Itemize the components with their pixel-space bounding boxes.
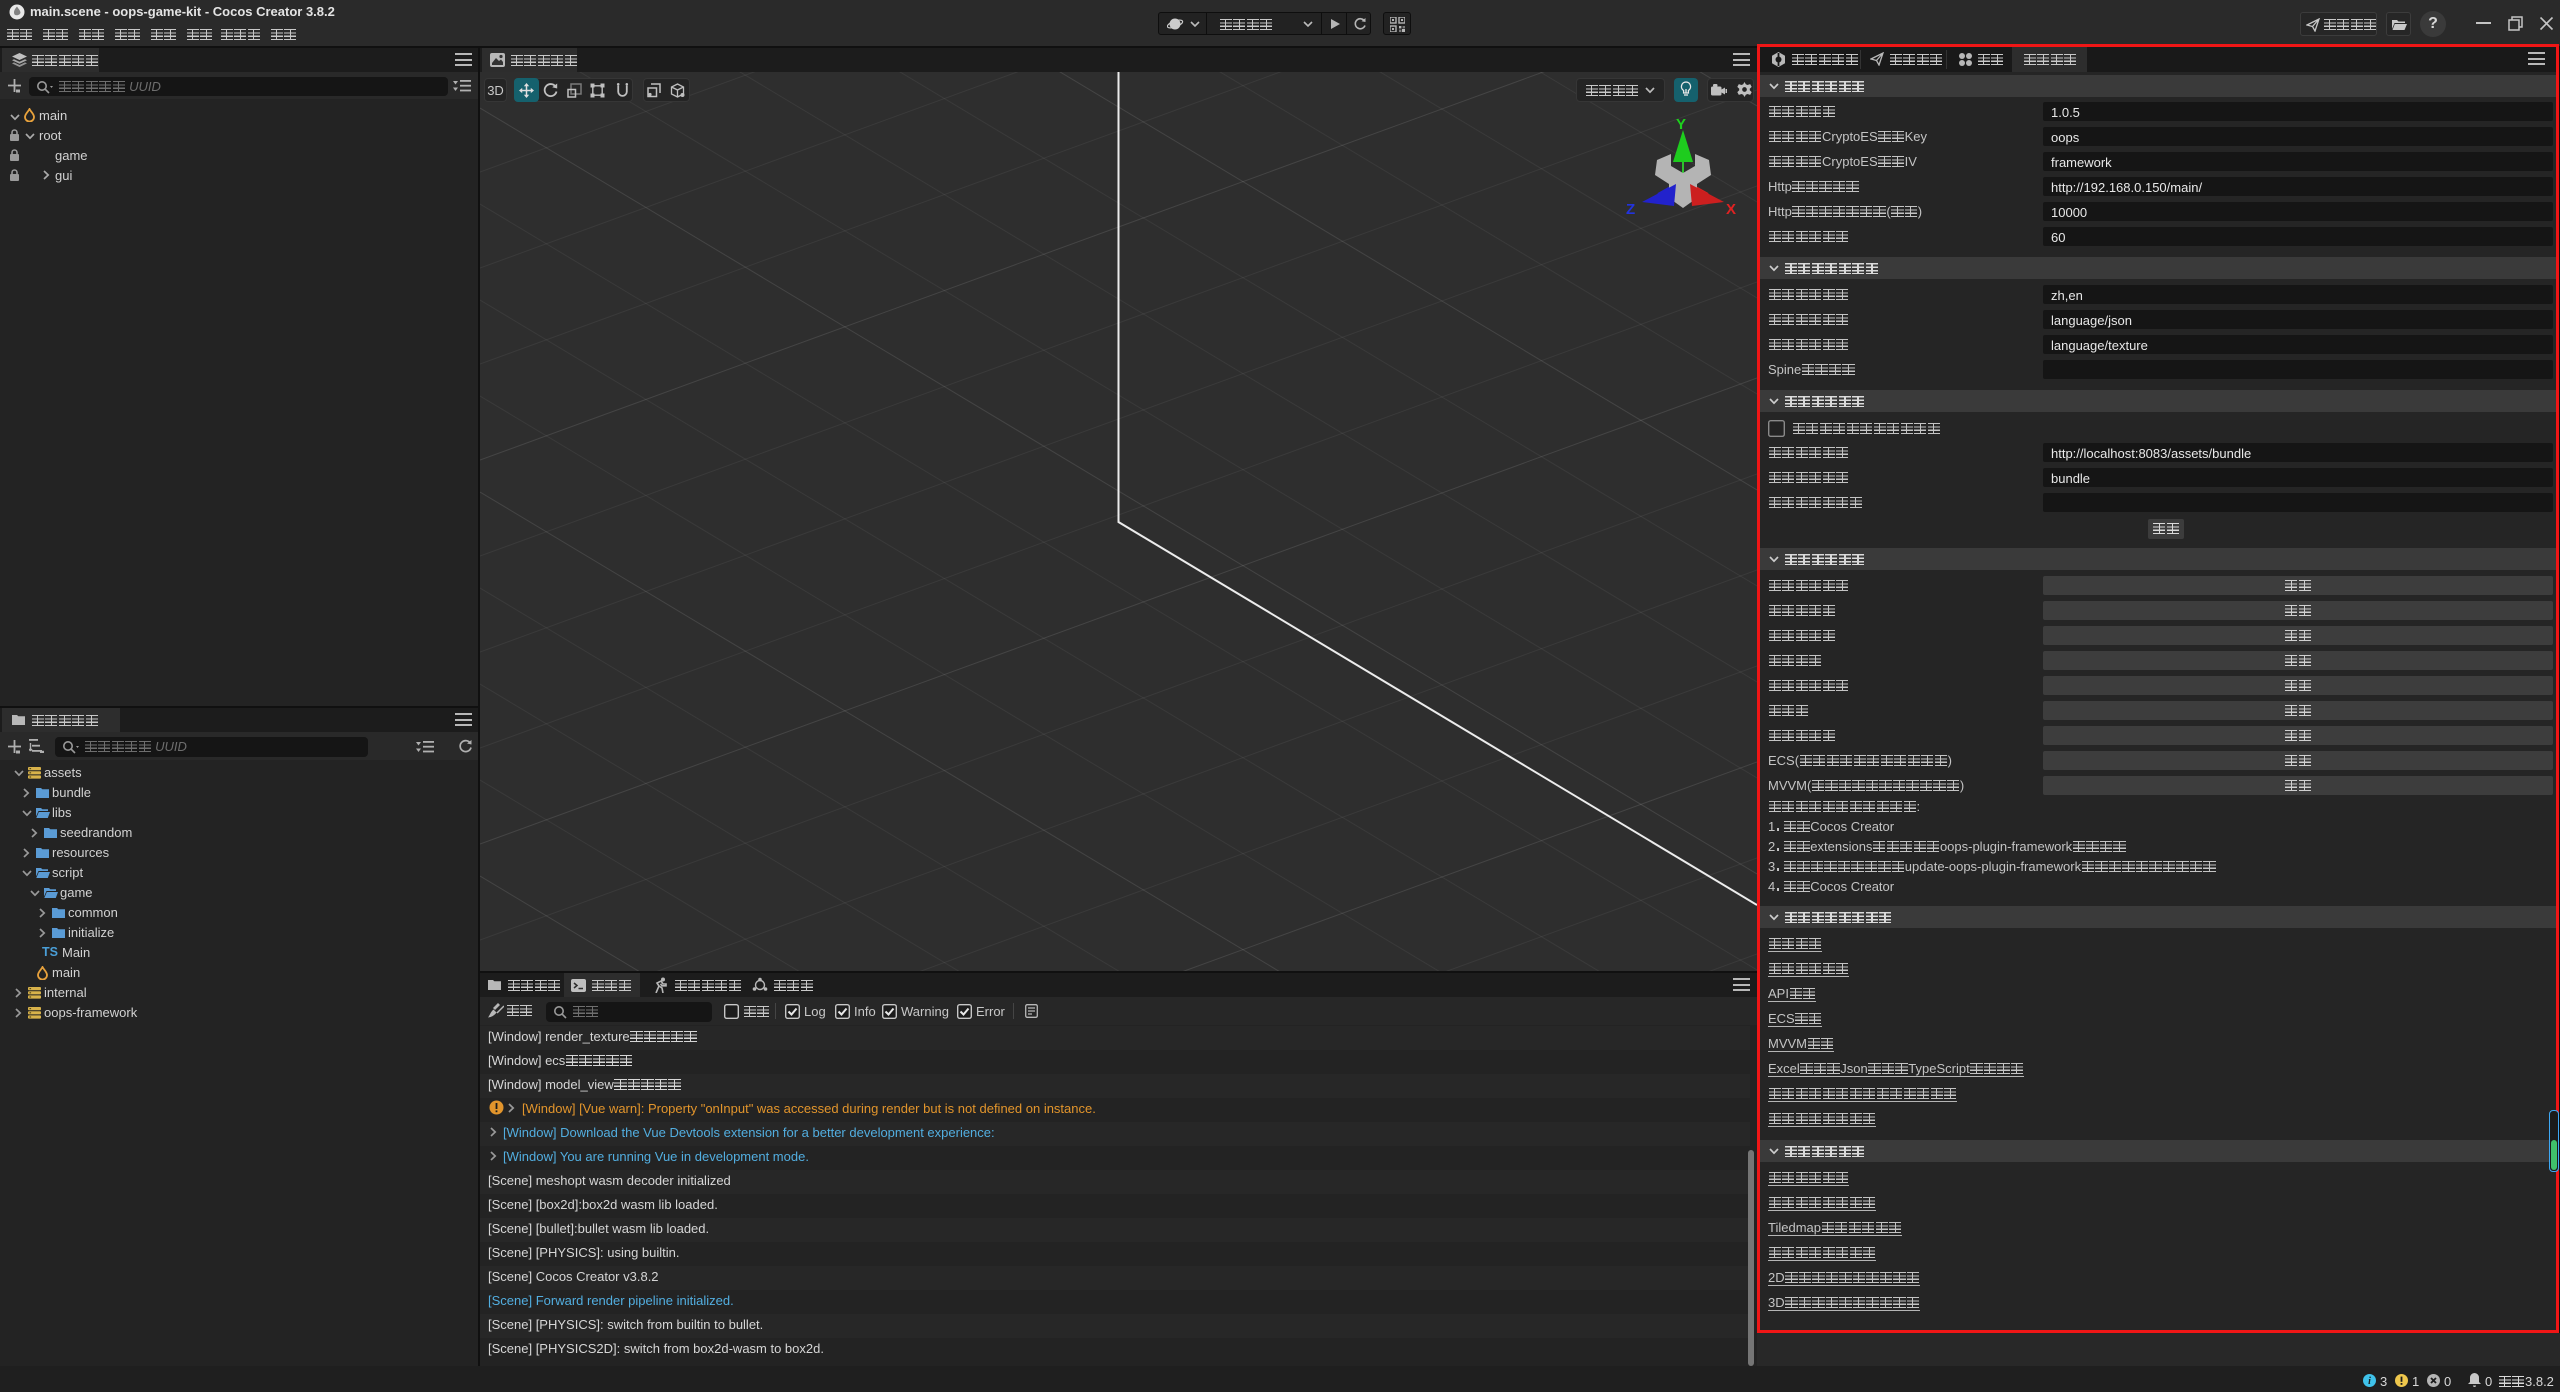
svg-text:X: X xyxy=(1726,201,1736,218)
svg-text:Z: Z xyxy=(1626,201,1635,218)
svg-text:i: i xyxy=(2368,1376,2371,1387)
svg-text:Y: Y xyxy=(1676,116,1686,133)
